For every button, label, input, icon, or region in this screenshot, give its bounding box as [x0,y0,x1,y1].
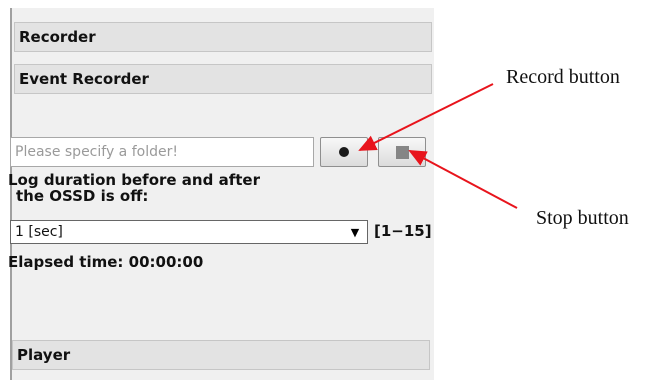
stop-button-annotation: Stop button [536,207,629,229]
annotation-arrows [358,83,518,209]
record-arrow [358,83,494,151]
record-button-annotation: Record button [506,66,620,88]
stop-arrow [408,150,518,209]
